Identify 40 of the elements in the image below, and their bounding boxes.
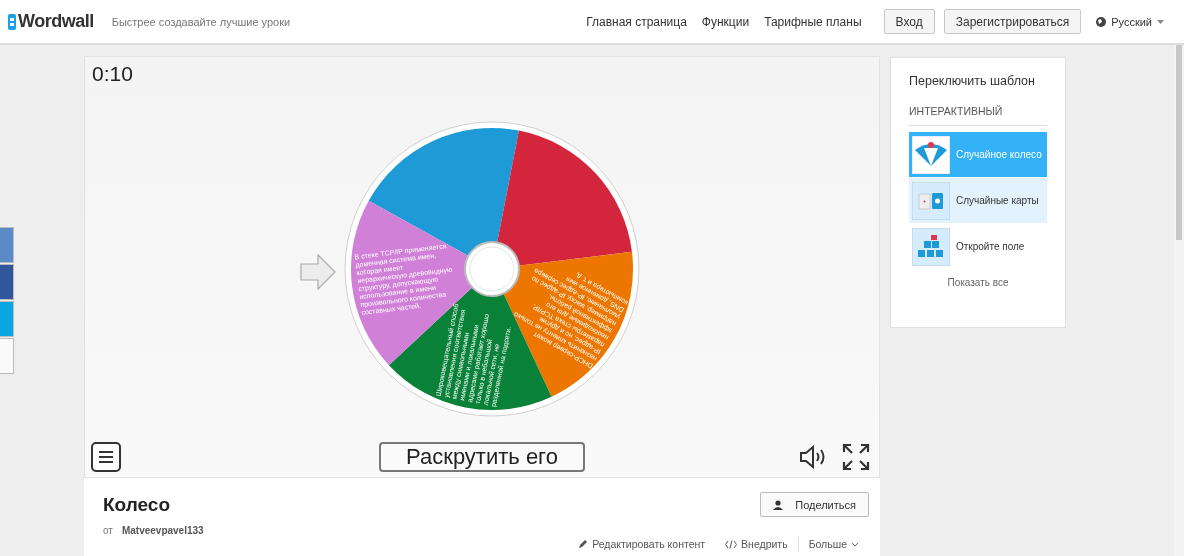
fullscreen-icon[interactable] <box>842 443 870 471</box>
show-all-link[interactable]: Показать все <box>909 277 1047 288</box>
nav-link[interactable]: Тарифные планы <box>764 14 862 29</box>
register-button[interactable]: Зарегистрироваться <box>943 9 1082 34</box>
pencil-icon <box>578 539 589 549</box>
language-selector[interactable]: Русский <box>1096 15 1164 28</box>
chevron-icon <box>851 541 859 547</box>
nav-link[interactable]: Главная страница <box>586 14 687 29</box>
login-button[interactable]: Вход <box>883 9 935 34</box>
template-item[interactable]: Откройте поле <box>909 224 1047 269</box>
author-link[interactable]: Matveevpavel133 <box>121 525 204 536</box>
speaker-icon[interactable] <box>799 445 827 469</box>
section-heading: ИНТЕРАКТИВНЫЙ <box>909 105 1047 126</box>
tagline: Быстрее создавайте лучшие уроки <box>111 15 291 28</box>
caret-icon <box>1157 19 1164 24</box>
template-item[interactable]: Случайные карты <box>909 178 1047 223</box>
spin-button[interactable]: Раскрутить его <box>379 442 585 472</box>
person-icon <box>773 499 786 510</box>
menu-icon[interactable] <box>91 442 121 472</box>
globe-icon <box>1096 16 1107 27</box>
nav-link[interactable]: Функции <box>701 14 750 29</box>
activity-title: Колесо <box>103 493 171 516</box>
social-share-button[interactable] <box>0 264 14 300</box>
logo[interactable]: Wordwall <box>8 11 94 32</box>
timer: 0:10 <box>91 61 134 87</box>
cards-icon <box>912 181 950 220</box>
panel-title: Переключить шаблон <box>909 74 1036 88</box>
share-button[interactable]: Поделиться <box>760 492 869 517</box>
more-menu[interactable]: Больше <box>798 538 869 550</box>
code-icon <box>725 539 738 549</box>
logo-icon <box>8 13 16 30</box>
boxes-icon <box>912 227 950 266</box>
spinning-wheel[interactable] <box>344 121 640 417</box>
action-link[interactable]: Внедрить <box>715 538 798 550</box>
action-link[interactable]: Редактировать контент <box>568 538 716 550</box>
scrollbar[interactable] <box>1174 45 1184 556</box>
wheel-icon <box>912 135 950 174</box>
byline-label: от <box>103 525 113 536</box>
wheel-hub <box>464 241 520 297</box>
pointer-arrow-icon <box>300 254 336 290</box>
